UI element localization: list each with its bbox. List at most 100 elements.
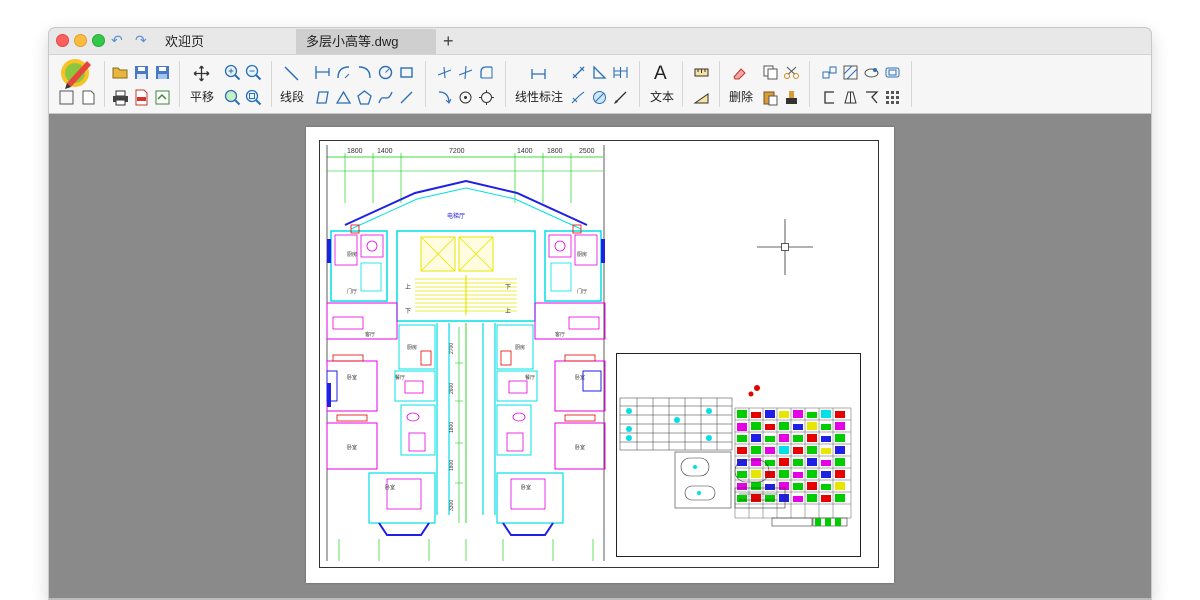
save-icon[interactable] [132,63,151,82]
app-window: ↶ ↷ 欢迎页 多层小高等.dwg + 平移 线段 线性标注 A 文本 删除 1… [49,28,1151,600]
pan-icon[interactable] [192,64,211,83]
measure-area-icon[interactable] [692,88,711,107]
minimize-window-button[interactable] [74,34,87,47]
eraser-icon[interactable] [730,64,749,83]
text-tool-icon[interactable]: A [654,63,667,85]
tab-label: 欢迎页 [165,34,205,49]
ray-icon[interactable] [397,88,416,107]
tab-label: 多层小高等.dwg [306,34,399,49]
dim-label: 1800 [347,148,363,155]
aligned-dimension-icon[interactable] [569,63,588,82]
zoom-out-icon[interactable] [244,63,263,82]
dim-label: 2700 [449,343,455,354]
baseline-dimension-icon[interactable] [611,63,630,82]
dim-label: 2600 [449,383,455,394]
dim-label: 1800 [547,148,563,155]
room-label: 门厅 [347,288,357,295]
dim-label: 1400 [377,148,393,155]
polygon-icon[interactable] [313,88,332,107]
floor-plan-drawing[interactable]: 1800 1400 7200 1400 1800 2500 电梯厅 厨房 门厅 … [325,143,607,563]
room-label: 客厅 [555,331,565,338]
detail-drawing [619,385,852,527]
dim-label: 1800 [449,422,455,433]
polyline-icon[interactable] [313,63,332,82]
room-label: 卧室 [347,444,357,451]
toolbar-separator [104,61,105,107]
triangle-icon[interactable] [334,88,353,107]
stretch-icon[interactable] [841,88,860,107]
zoom-in-icon[interactable] [223,63,242,82]
tab-welcome[interactable]: 欢迎页 [155,29,295,54]
spline-icon[interactable] [376,88,395,107]
break-icon[interactable] [820,88,839,107]
measure-distance-icon[interactable] [692,63,711,82]
block-icon[interactable] [820,63,839,82]
undo-icon[interactable]: ↶ [111,32,123,49]
open-file-icon[interactable] [111,63,130,82]
offset-icon[interactable] [435,88,454,107]
toolbar-separator [682,61,683,107]
drawing-canvas[interactable]: 1800 1400 7200 1400 1800 2500 电梯厅 厨房 门厅 … [49,114,1151,600]
room-label: 卧室 [575,444,585,451]
save-as-icon[interactable] [153,63,172,82]
rotate-icon[interactable] [456,88,475,107]
close-window-button[interactable] [56,34,69,47]
diameter-dimension-icon[interactable] [590,88,609,107]
tab-bar: ↶ ↷ 欢迎页 多层小高等.dwg + [49,28,1151,55]
match-properties-icon[interactable] [782,88,801,107]
scale-icon[interactable] [883,63,902,82]
room-label: 卧室 [575,374,585,381]
crosshair-cursor-icon [757,219,813,275]
leader-icon[interactable] [611,88,630,107]
redo-icon[interactable]: ↷ [135,32,147,49]
zoom-window-button[interactable] [92,34,105,47]
export-image-icon[interactable] [153,88,172,107]
text-label[interactable]: 文本 [650,88,674,105]
linear-dimension-label[interactable]: 线性标注 [515,88,563,105]
ellipse-icon[interactable] [862,63,881,82]
rectangle-icon[interactable] [397,63,416,82]
room-label: 电梯厅 [447,212,465,220]
line-label[interactable]: 线段 [280,88,304,105]
tab-drawing-file[interactable]: 多层小高等.dwg [296,29,436,54]
copy-icon[interactable] [761,63,780,82]
line-tool-icon[interactable] [282,64,301,83]
new-file-icon[interactable] [57,88,76,107]
arc-icon[interactable] [334,63,353,82]
pan-label[interactable]: 平移 [190,88,214,105]
app-logo-icon[interactable] [57,57,97,91]
circle-icon[interactable] [376,63,395,82]
linear-dimension-icon[interactable] [529,64,548,83]
arc-3pt-icon[interactable] [355,63,374,82]
room-label: 厨房 [347,251,357,258]
room-label: 餐厅 [395,374,405,381]
dim-label: 1800 [449,460,455,471]
stair-label: 下 [405,308,411,315]
ribbon-toolbar: 平移 线段 线性标注 A 文本 删除 [49,55,1151,114]
fillet-icon[interactable] [477,63,496,82]
new-document-icon[interactable] [79,88,98,107]
add-tab-button[interactable]: + [443,29,454,53]
export-pdf-icon[interactable] [132,88,151,107]
array-icon[interactable] [883,88,902,107]
detail-viewport[interactable] [616,353,861,557]
paste-icon[interactable] [761,88,780,107]
explode-icon[interactable] [477,88,496,107]
print-icon[interactable] [111,88,130,107]
zoom-extents-icon[interactable] [244,88,263,107]
mirror-icon[interactable] [862,88,881,107]
zoom-window-icon[interactable] [223,88,242,107]
extend-icon[interactable] [456,63,475,82]
trim-icon[interactable] [435,63,454,82]
dim-label: 1400 [517,148,533,155]
delete-label[interactable]: 删除 [729,88,753,105]
hatch-icon[interactable] [841,63,860,82]
room-label: 门厅 [577,288,587,295]
angular-dimension-icon[interactable] [590,63,609,82]
pentagon-icon[interactable] [355,88,374,107]
cut-icon[interactable] [782,63,801,82]
radius-dimension-icon[interactable] [569,88,588,107]
stair-label: 上 [505,307,511,315]
room-label: 厨房 [407,344,417,351]
room-label: 卧室 [521,484,531,491]
